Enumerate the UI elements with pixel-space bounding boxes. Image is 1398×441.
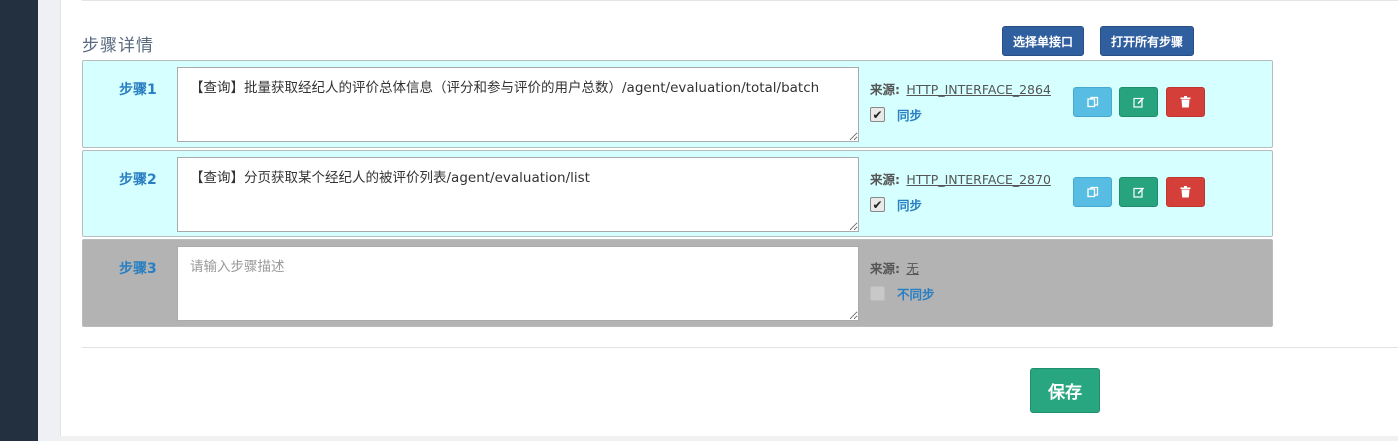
edit-step-button[interactable] [1119, 177, 1158, 207]
steps-list: 步骤1 来源: HTTP_INTERFACE_2864 ✔ 同步 步骤2 来源:… [82, 60, 1273, 329]
delete-step-button[interactable] [1166, 87, 1205, 117]
sync-label: 同步 [897, 108, 923, 123]
sync-label: 不同步 [897, 287, 935, 302]
step-source: 来源: 无 [870, 258, 919, 277]
sync-checkbox[interactable] [870, 286, 885, 301]
sync-checkbox[interactable]: ✔ [870, 197, 885, 212]
left-sidebar [0, 0, 38, 441]
sync-checkbox[interactable]: ✔ [870, 107, 885, 122]
sync-label: 同步 [897, 198, 923, 213]
step-label: 步骤3 [119, 261, 157, 277]
step-row-1: 步骤1 来源: HTTP_INTERFACE_2864 ✔ 同步 [82, 60, 1273, 148]
delete-step-button[interactable] [1166, 177, 1205, 207]
edit-step-button[interactable] [1119, 87, 1158, 117]
top-divider [82, 0, 1398, 1]
step-row-3: 步骤3 来源: 无 不同步 [82, 239, 1273, 327]
sync-toggle[interactable]: 不同步 [870, 284, 935, 303]
copy-icon [1086, 96, 1098, 108]
edit-icon [1132, 97, 1144, 108]
source-link[interactable]: 无 [906, 261, 919, 276]
copy-icon [1086, 186, 1098, 198]
step-source: 来源: HTTP_INTERFACE_2870 [870, 169, 1051, 188]
trash-icon [1180, 96, 1191, 108]
source-link[interactable]: HTTP_INTERFACE_2870 [906, 172, 1051, 187]
footer-divider [82, 347, 1398, 348]
edit-icon [1132, 187, 1144, 198]
section-title: 步骤详情 [82, 36, 154, 56]
step-description-input[interactable] [177, 246, 859, 321]
copy-step-button[interactable] [1073, 87, 1112, 117]
source-label: 来源: [870, 172, 900, 187]
step-source: 来源: HTTP_INTERFACE_2864 [870, 79, 1051, 98]
sync-toggle[interactable]: ✔ 同步 [870, 195, 922, 214]
step-label: 步骤2 [119, 172, 157, 188]
sync-toggle[interactable]: ✔ 同步 [870, 105, 922, 124]
step-description-input[interactable] [177, 157, 859, 232]
trash-icon [1180, 186, 1191, 198]
source-label: 来源: [870, 82, 900, 97]
copy-step-button[interactable] [1073, 177, 1112, 207]
step-row-2: 步骤2 来源: HTTP_INTERFACE_2870 ✔ 同步 [82, 150, 1273, 237]
step-description-input[interactable] [177, 67, 859, 142]
source-link[interactable]: HTTP_INTERFACE_2864 [906, 82, 1051, 97]
save-button[interactable]: 保存 [1030, 368, 1100, 413]
select-interface-button[interactable]: 选择单接口 [1002, 26, 1084, 56]
sidebar-gutter [38, 0, 60, 441]
source-label: 来源: [870, 261, 900, 276]
open-all-steps-button[interactable]: 打开所有步骤 [1100, 26, 1194, 56]
step-label: 步骤1 [119, 82, 157, 98]
